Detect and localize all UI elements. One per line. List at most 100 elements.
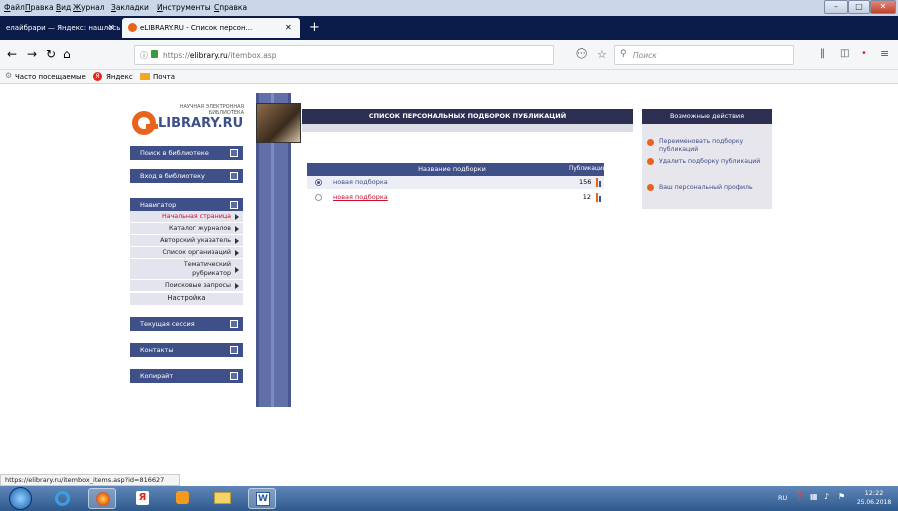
start-button[interactable] bbox=[9, 487, 32, 510]
menu-bar: Файл Правка Вид Журнал Закладки Инструме… bbox=[0, 0, 898, 16]
menu-view[interactable]: Вид bbox=[56, 3, 71, 12]
arrow-circle-icon bbox=[647, 158, 654, 165]
menu-history[interactable]: Журнал bbox=[73, 3, 105, 12]
row-radio[interactable] bbox=[315, 194, 322, 201]
row-radio[interactable] bbox=[315, 179, 322, 186]
table-row[interactable]: новая подборка 12 bbox=[307, 191, 604, 204]
elibrary-logo[interactable]: НАУЧНАЯ ЭЛЕКТРОННАЯ БИБЛИОТЕКА LIBRARY.R… bbox=[130, 103, 245, 139]
lock-icon bbox=[151, 50, 158, 58]
library-icon[interactable]: ‖ bbox=[820, 48, 825, 59]
info-icon[interactable]: ⓘ bbox=[140, 50, 148, 61]
personal-profile-link[interactable]: Ваш персональный профиль bbox=[659, 184, 771, 192]
status-bar: https://elibrary.ru/itembox_items.asp?id… bbox=[0, 474, 180, 486]
tab-close-icon[interactable]: ✕ bbox=[285, 18, 292, 38]
collection-count: 12 bbox=[582, 193, 591, 201]
yandex-icon: Я bbox=[93, 72, 102, 81]
menu-edit[interactable]: Правка bbox=[25, 3, 54, 12]
tab-label: eLIBRARY.RU - Список персон... bbox=[140, 24, 253, 32]
menu-file[interactable]: Файл bbox=[4, 3, 25, 12]
tray-help-icon[interactable]: ❓ bbox=[794, 492, 805, 502]
url-text: https://elibrary.ru/itembox.asp bbox=[163, 51, 276, 60]
bookmark-mail[interactable]: Почта bbox=[153, 73, 175, 81]
gear-icon: ⚙ bbox=[5, 71, 13, 80]
rename-collection-link[interactable]: Переименовать подборку публикаций bbox=[659, 138, 767, 154]
bookmark-most-visited[interactable]: Часто посещаемые bbox=[15, 73, 86, 81]
collection-name[interactable]: новая подборка bbox=[333, 176, 388, 189]
library-photo bbox=[256, 103, 301, 143]
navigator-button[interactable]: Навигатор bbox=[130, 198, 243, 212]
clock-time[interactable]: 12:22 bbox=[858, 489, 890, 497]
bookmark-yandex[interactable]: Яндекс bbox=[106, 73, 133, 81]
word-icon[interactable]: W bbox=[248, 488, 276, 509]
search-library-button[interactable]: Поиск в библиотеке bbox=[130, 146, 243, 160]
search-icon: ⚲ bbox=[620, 49, 627, 59]
nav-home[interactable]: Начальная страница bbox=[130, 211, 243, 222]
current-session-label: Текущая сессия bbox=[140, 320, 195, 328]
tab-close-icon[interactable]: ✕ bbox=[108, 18, 115, 38]
reload-icon[interactable]: ↻ bbox=[46, 47, 56, 61]
login-library-button[interactable]: Вход в библиотеку bbox=[130, 169, 243, 183]
arrow-circle-icon bbox=[647, 184, 654, 191]
clock-date[interactable]: 25.06.2018 bbox=[853, 499, 895, 506]
nav-organizations-label: Список организаций bbox=[162, 249, 231, 256]
bar-chart-icon[interactable] bbox=[596, 178, 598, 187]
bookmark-star-icon[interactable]: ☆ bbox=[597, 48, 607, 61]
close-window-button[interactable]: ✕ bbox=[870, 0, 896, 14]
bar-chart-icon[interactable] bbox=[596, 193, 598, 202]
collection-count: 156 bbox=[579, 178, 592, 186]
tab-elibrary[interactable]: eLIBRARY.RU - Список персон... bbox=[122, 18, 300, 38]
tray-network-icon[interactable]: ▦ bbox=[810, 492, 818, 501]
tray-flag-icon[interactable]: ⚑ bbox=[838, 492, 845, 501]
nav-settings[interactable]: Настройка bbox=[130, 293, 243, 305]
extension-icon[interactable]: • bbox=[861, 48, 867, 59]
nav-organizations[interactable]: Список организаций bbox=[130, 247, 243, 258]
media-player-icon[interactable] bbox=[168, 488, 196, 509]
taskbar: Я W RU ❓ ▦ ♪ ⚑ 12:22 25.06.2018 bbox=[0, 486, 898, 511]
bookmarks-bar: ⚙ Часто посещаемые Я Яндекс Почта bbox=[0, 70, 898, 84]
nav-authors-label: Авторский указатель bbox=[160, 237, 231, 244]
menu-help[interactable]: Справка bbox=[214, 3, 247, 12]
tray-volume-icon[interactable]: ♪ bbox=[824, 492, 829, 501]
current-session-button[interactable]: Текущая сессия bbox=[130, 317, 243, 331]
tab-yandex[interactable]: елайбрари — Яндекс: нашлось 4... bbox=[0, 18, 120, 38]
nav-authors[interactable]: Авторский указатель bbox=[130, 235, 243, 246]
nav-search-queries[interactable]: Поисковые запросы bbox=[130, 280, 243, 291]
arrow-right-icon bbox=[235, 214, 239, 220]
nav-search-queries-label: Поисковые запросы bbox=[165, 282, 231, 289]
logo-e-icon bbox=[132, 111, 158, 135]
contacts-button[interactable]: Контакты bbox=[130, 343, 243, 357]
nav-journals[interactable]: Каталог журналов bbox=[130, 223, 243, 234]
language-indicator[interactable]: RU bbox=[778, 494, 787, 502]
url-domain: elibrary.ru bbox=[189, 51, 228, 60]
table-row[interactable]: новая подборка 156 bbox=[307, 176, 604, 189]
column-name-header: Название подборки bbox=[418, 165, 486, 173]
copyright-button[interactable]: Копирайт bbox=[130, 369, 243, 383]
yandex-browser-icon[interactable]: Я bbox=[128, 488, 156, 509]
menu-bookmarks[interactable]: Закладки bbox=[111, 3, 149, 12]
forward-icon[interactable]: → bbox=[27, 47, 37, 61]
tab-bar: елайбрари — Яндекс: нашлось 4... ✕ eLIBR… bbox=[0, 16, 898, 40]
nav-rubricator[interactable]: Тематический рубрикатор bbox=[130, 259, 243, 279]
maximize-button[interactable]: □ bbox=[848, 0, 870, 14]
back-icon[interactable]: ← bbox=[7, 47, 17, 61]
url-prefix: https:// bbox=[163, 51, 190, 60]
hamburger-menu-icon[interactable]: ≡ bbox=[880, 47, 889, 60]
home-icon[interactable]: ⌂ bbox=[63, 47, 71, 61]
url-bar[interactable]: ⓘ https://elibrary.ru/itembox.asp ··· bbox=[134, 45, 586, 65]
ie-icon[interactable] bbox=[48, 488, 76, 509]
expand-icon bbox=[230, 372, 238, 380]
title-underbar bbox=[302, 124, 633, 132]
minimize-button[interactable]: – bbox=[824, 0, 848, 14]
pocket-icon[interactable]: ◯ bbox=[576, 48, 587, 59]
search-field[interactable]: ⚲ Поиск bbox=[614, 45, 794, 65]
logo-brand: LIBRARY.RU bbox=[158, 116, 244, 131]
firefox-icon[interactable] bbox=[88, 488, 116, 509]
sidebar-icon[interactable]: ◫ bbox=[840, 48, 849, 59]
new-tab-icon[interactable]: + bbox=[309, 18, 320, 38]
menu-tools[interactable]: Инструменты bbox=[157, 3, 211, 12]
elibrary-favicon-icon bbox=[128, 23, 137, 32]
collection-name[interactable]: новая подборка bbox=[333, 191, 388, 204]
arrow-right-icon bbox=[235, 238, 239, 244]
folder-icon[interactable] bbox=[208, 488, 236, 509]
delete-collection-link[interactable]: Удалить подборку публикаций bbox=[659, 158, 771, 166]
